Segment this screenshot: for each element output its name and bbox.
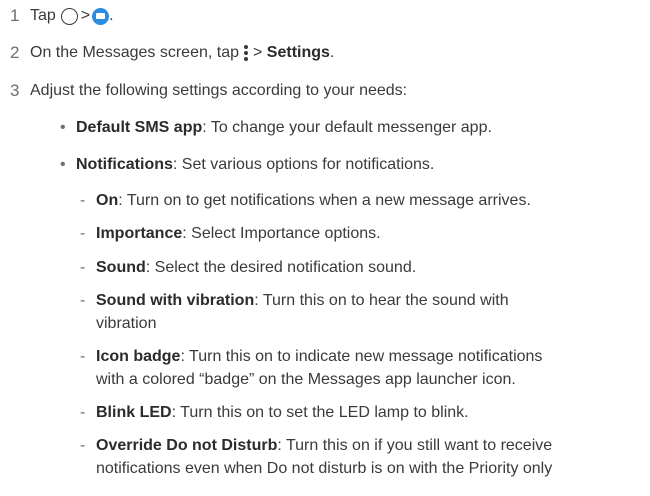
sub-item-override-dnd: - Override Do not Disturb: Turn this on i… (80, 437, 552, 455)
manual-page: 1 Tap > . 2 On the Messages screen, tap … (0, 0, 650, 496)
sub-item-desc: : Turn this on if you still want to rece… (277, 437, 553, 454)
sub-item-desc: : Turn this on to set the LED lamp to bl… (171, 404, 469, 421)
step-number: 3 (10, 81, 20, 100)
bullet-default-sms-app: • Default SMS app: To change your default… (60, 119, 492, 137)
sub-item-term: Blink LED (96, 404, 172, 421)
sub-item-term: Override Do not Disturb (96, 437, 278, 454)
bullet-term: Default SMS app (76, 119, 203, 136)
sub-item-term: Importance (96, 225, 183, 242)
bullet-desc: : To change your default messenger app. (202, 119, 492, 136)
dash-mark: - (80, 225, 86, 242)
sub-item-desc: : Select the desired notification sound. (145, 259, 417, 276)
sub-item-term: Sound with vibration (96, 292, 255, 309)
step-text: Tap (30, 7, 56, 24)
dash-mark: - (80, 192, 86, 209)
sub-item-desc: : Select Importance options. (182, 225, 381, 242)
sub-item-desc: : Turn this on to hear the sound with (254, 292, 509, 309)
step-separator: > (253, 44, 263, 61)
sub-item-continuation: with a colored “badge” on the Messages a… (96, 371, 516, 388)
bullet-term: Notifications (76, 156, 173, 173)
sub-item-sound-with-vibration: - Sound with vibration: Turn this on to h… (80, 292, 509, 310)
step-text: Adjust the following settings according … (30, 82, 408, 99)
bullet-notifications: • Notifications: Set various options for … (60, 156, 434, 174)
step-number: 1 (10, 6, 20, 25)
sub-item-continuation: vibration (96, 315, 157, 332)
sub-item-blink-led: - Blink LED: Turn this on to set the LED … (80, 404, 469, 422)
more-options-icon (243, 44, 249, 62)
bullet-mark: • (60, 156, 66, 173)
dash-mark: - (80, 404, 86, 421)
step-separator: > (80, 7, 91, 24)
step-3: 3 Adjust the following settings accordin… (10, 81, 407, 101)
sub-item-desc: : Turn this on to indicate new message n… (180, 348, 543, 365)
sub-item-on: - On: Turn on to get notifications when a… (80, 192, 531, 210)
sub-item-term: Sound (96, 259, 146, 276)
bullet-mark: • (60, 119, 66, 136)
sub-item-importance: - Importance: Select Importance options. (80, 225, 381, 243)
messages-app-icon (92, 7, 110, 25)
step-2: 2 On the Messages screen, tap > Settings… (10, 43, 334, 63)
sub-item-term: On (96, 192, 119, 209)
sub-item-sound: - Sound: Select the desired notification … (80, 259, 416, 277)
sub-item-desc: : Turn on to get notifications when a ne… (118, 192, 531, 209)
step-end: . (329, 44, 335, 61)
sub-item-continuation: notifications even when Do not disturb i… (96, 460, 553, 477)
settings-label: Settings (266, 44, 330, 61)
step-1: 1 Tap > . (10, 6, 114, 26)
dash-mark: - (80, 348, 86, 365)
dash-mark: - (80, 259, 86, 276)
dash-mark: - (80, 292, 86, 309)
bullet-desc: : Set various options for notifications. (172, 156, 435, 173)
dash-mark: - (80, 437, 86, 454)
sub-item-term: Icon badge (96, 348, 181, 365)
step-number: 2 (10, 43, 20, 62)
step-end: . (109, 7, 114, 24)
step-text: On the Messages screen, tap (30, 44, 239, 61)
home-circle-icon (60, 7, 78, 25)
sub-item-icon-badge: - Icon badge: Turn this on to indicate ne… (80, 348, 542, 366)
